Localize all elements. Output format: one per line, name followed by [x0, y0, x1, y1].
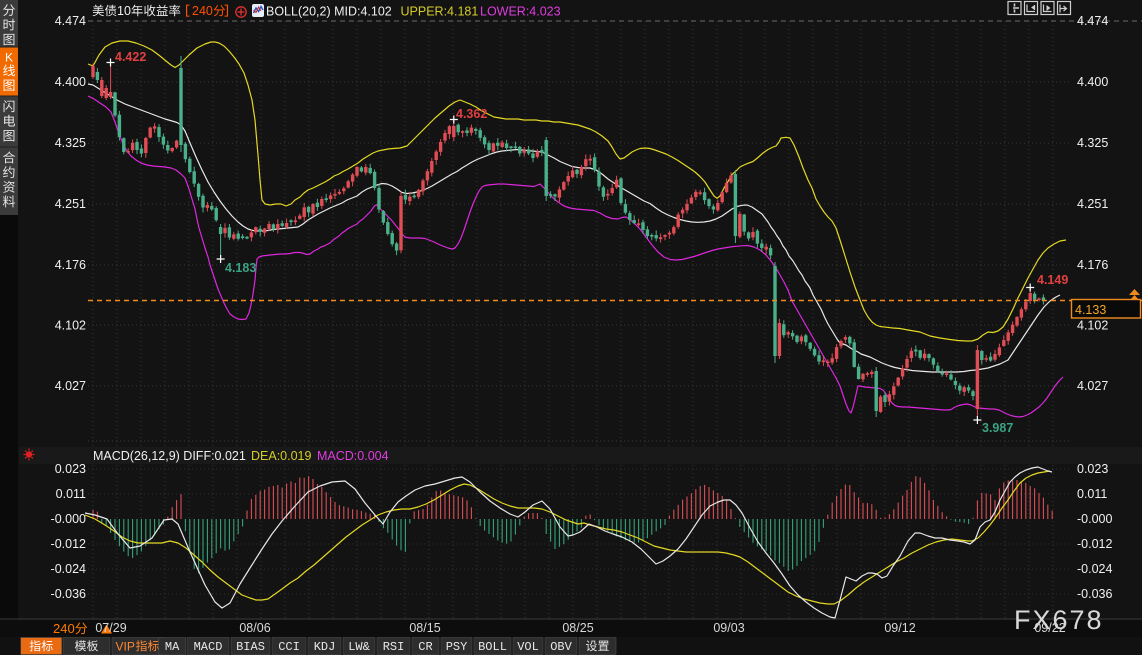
- svg-text:BOLL: BOLL: [478, 640, 507, 654]
- svg-text:0.011: 0.011: [1077, 487, 1107, 501]
- svg-text:VOL: VOL: [517, 640, 539, 654]
- svg-text:4.474: 4.474: [55, 14, 86, 28]
- svg-text:4.251: 4.251: [55, 197, 86, 211]
- svg-text:4.325: 4.325: [1077, 136, 1108, 150]
- svg-text:MACD(26,12,9) DIFF:0.021: MACD(26,12,9) DIFF:0.021: [93, 449, 246, 463]
- svg-text:PSY: PSY: [446, 640, 468, 654]
- svg-text:4.027: 4.027: [55, 379, 86, 393]
- svg-text:BOLL(20,2) MID:4.102: BOLL(20,2) MID:4.102: [266, 5, 392, 19]
- svg-text:0.023: 0.023: [55, 462, 86, 476]
- svg-text:4.251: 4.251: [1077, 197, 1108, 211]
- svg-text:-0.000: -0.000: [1077, 512, 1112, 526]
- svg-text:07/29: 07/29: [95, 621, 126, 635]
- svg-text:KDJ: KDJ: [314, 640, 336, 654]
- svg-text:09/03: 09/03: [713, 621, 744, 635]
- svg-text:0.011: 0.011: [56, 487, 86, 501]
- svg-text:4.176: 4.176: [55, 258, 86, 272]
- svg-text:4.027: 4.027: [1077, 379, 1108, 393]
- svg-text:4.422: 4.422: [115, 50, 146, 64]
- svg-text:DEA:0.019: DEA:0.019: [251, 449, 312, 463]
- svg-text:240: 240: [53, 621, 75, 636]
- svg-text:4.183: 4.183: [225, 261, 256, 275]
- svg-text:08/15: 08/15: [409, 621, 440, 635]
- svg-text:BIAS: BIAS: [236, 640, 265, 654]
- svg-text:-0.012: -0.012: [51, 537, 86, 551]
- svg-text:0.023: 0.023: [1077, 462, 1108, 476]
- svg-text:4.325: 4.325: [55, 136, 86, 150]
- svg-text:MA: MA: [165, 640, 180, 654]
- svg-text:240: 240: [192, 4, 213, 18]
- svg-text:MACD: MACD: [194, 640, 223, 654]
- svg-text:-0.012: -0.012: [1077, 537, 1112, 551]
- svg-text:VIP: VIP: [116, 639, 135, 653]
- svg-text:4.400: 4.400: [1077, 75, 1108, 89]
- svg-text:08/25: 08/25: [562, 621, 593, 635]
- svg-text:4.176: 4.176: [1077, 258, 1108, 272]
- svg-text:4.362: 4.362: [456, 107, 487, 121]
- svg-text:-0.036: -0.036: [1077, 587, 1112, 601]
- svg-text:4.133: 4.133: [1075, 303, 1106, 317]
- svg-text:LW&: LW&: [348, 640, 370, 654]
- svg-text:4.102: 4.102: [1077, 319, 1108, 333]
- svg-text:4.149: 4.149: [1037, 273, 1068, 287]
- svg-text:FX678: FX678: [1014, 605, 1104, 635]
- svg-text:09/12: 09/12: [884, 621, 915, 635]
- svg-text:4.102: 4.102: [55, 319, 86, 333]
- svg-text:CR: CR: [418, 640, 432, 654]
- svg-text:4.474: 4.474: [1077, 14, 1108, 28]
- svg-text:4.400: 4.400: [55, 75, 86, 89]
- svg-text:UPPER:4.181: UPPER:4.181: [401, 5, 479, 19]
- svg-text:CCI: CCI: [278, 640, 300, 654]
- svg-text:OBV: OBV: [550, 640, 572, 654]
- svg-text:-0.024: -0.024: [1077, 562, 1112, 576]
- svg-text:RSI: RSI: [383, 640, 405, 654]
- svg-text:K: K: [5, 51, 13, 65]
- svg-text:MACD:0.004: MACD:0.004: [317, 449, 389, 463]
- svg-text:3.987: 3.987: [982, 421, 1013, 435]
- svg-text:LOWER:4.023: LOWER:4.023: [480, 5, 561, 19]
- svg-text:-0.000: -0.000: [51, 512, 86, 526]
- svg-text:-0.024: -0.024: [51, 562, 86, 576]
- svg-text:08/06: 08/06: [239, 621, 270, 635]
- svg-text:10: 10: [117, 4, 131, 18]
- svg-text:-0.036: -0.036: [51, 587, 86, 601]
